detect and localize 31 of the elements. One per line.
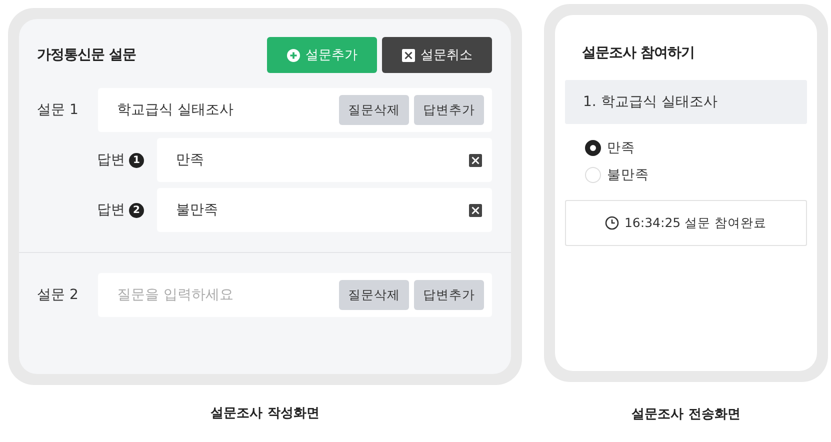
delete-answer-icon[interactable] bbox=[469, 204, 482, 216]
plus-circle-icon bbox=[286, 48, 300, 62]
question-label: 설문 1 bbox=[37, 101, 80, 119]
delete-question-button[interactable]: 질문삭제 bbox=[339, 280, 409, 310]
answer-field[interactable]: 불만족 bbox=[157, 188, 492, 232]
editor-caption: 설문조사 작성화면 bbox=[210, 405, 320, 422]
answer-number: 2 bbox=[129, 202, 144, 218]
question-text: 1. 학교급식 실태조사 bbox=[565, 80, 807, 124]
cancel-survey-button[interactable]: 설문취소 bbox=[382, 37, 492, 73]
status-text: 16:34:25 설문 참여완료 bbox=[624, 214, 767, 232]
answer-input[interactable]: 불만족 bbox=[176, 202, 469, 218]
clock-icon bbox=[605, 216, 620, 230]
option-label: 만족 bbox=[607, 138, 635, 156]
answer-number: 1 bbox=[129, 152, 144, 168]
preview-title: 설문조사 참여하기 bbox=[581, 44, 696, 63]
radio-button[interactable] bbox=[585, 140, 601, 156]
question-field[interactable]: 질문을 입력하세요 질문삭제 답변추가 bbox=[98, 273, 492, 317]
answer-input[interactable]: 만족 bbox=[176, 152, 469, 168]
preview-caption: 설문조사 전송화면 bbox=[632, 406, 740, 423]
question-field[interactable]: 학교급식 실태조사 질문삭제 답변추가 bbox=[98, 88, 492, 132]
answer-label: 답변 bbox=[97, 201, 125, 219]
question-label: 설문 2 bbox=[37, 286, 80, 304]
option-label: 불만족 bbox=[607, 166, 649, 184]
close-icon bbox=[402, 48, 414, 62]
editor-title: 가정통신문 설문 bbox=[37, 46, 137, 64]
delete-answer-icon[interactable] bbox=[469, 154, 482, 166]
delete-question-button[interactable]: 질문삭제 bbox=[339, 95, 409, 125]
answer-field[interactable]: 만족 bbox=[157, 138, 492, 182]
add-answer-button[interactable]: 답변추가 bbox=[414, 95, 484, 125]
answer-label: 답변 bbox=[97, 151, 125, 169]
add-answer-button[interactable]: 답변추가 bbox=[414, 280, 484, 310]
